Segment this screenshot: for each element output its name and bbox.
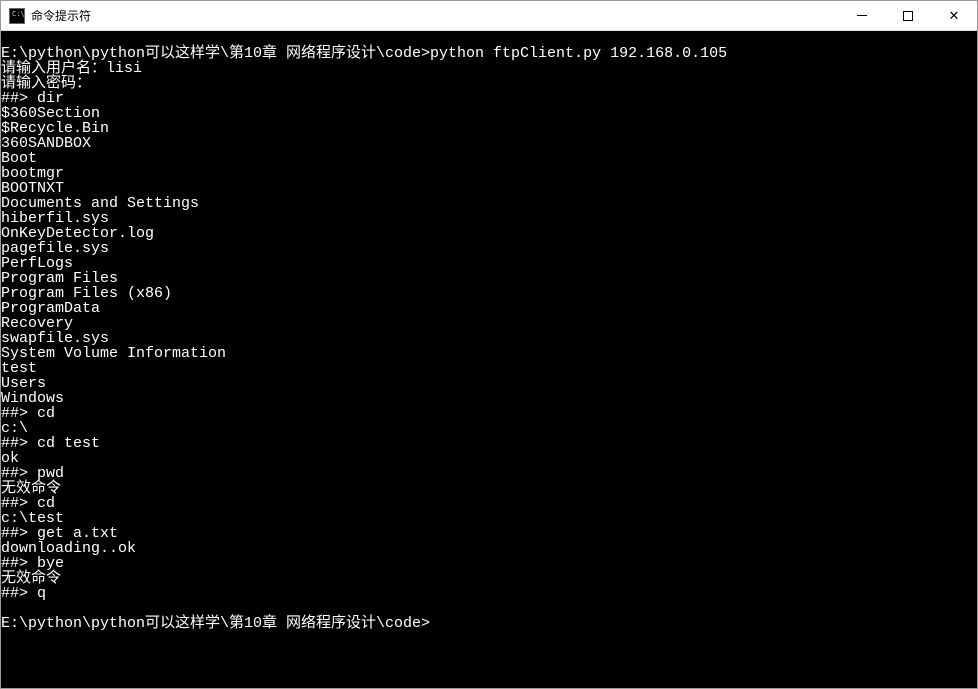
terminal-line: ##> cd bbox=[1, 406, 977, 421]
terminal-line: ##> cd test bbox=[1, 436, 977, 451]
terminal-line: 无效命令 bbox=[1, 481, 977, 496]
terminal-line: ProgramData bbox=[1, 301, 977, 316]
minimize-icon bbox=[857, 15, 867, 16]
cmd-icon: C:\ bbox=[9, 8, 25, 24]
terminal-line: downloading..ok bbox=[1, 541, 977, 556]
terminal-line: 无效命令 bbox=[1, 571, 977, 586]
terminal-line: E:\python\python可以这样学\第10章 网络程序设计\code> bbox=[1, 616, 977, 631]
terminal-line: c:\test bbox=[1, 511, 977, 526]
terminal-line: Users bbox=[1, 376, 977, 391]
terminal-line bbox=[1, 31, 977, 46]
terminal-line: Program Files bbox=[1, 271, 977, 286]
terminal-line: $360Section bbox=[1, 106, 977, 121]
terminal-line: Windows bbox=[1, 391, 977, 406]
terminal-line bbox=[1, 601, 977, 616]
terminal-line: BOOTNXT bbox=[1, 181, 977, 196]
terminal-line: ##> pwd bbox=[1, 466, 977, 481]
maximize-button[interactable] bbox=[885, 1, 931, 30]
terminal-line: ##> cd bbox=[1, 496, 977, 511]
maximize-icon bbox=[903, 11, 913, 21]
window-frame: C:\ 命令提示符 ✕ E:\python\python可以这样学\第10章 网… bbox=[0, 0, 978, 689]
terminal-line: ##> dir bbox=[1, 91, 977, 106]
terminal-line: 请输入密码： bbox=[1, 76, 977, 91]
terminal-line: ##> get a.txt bbox=[1, 526, 977, 541]
close-button[interactable]: ✕ bbox=[931, 1, 977, 30]
terminal-line: Documents and Settings bbox=[1, 196, 977, 211]
terminal-line: 请输入用户名：lisi bbox=[1, 61, 977, 76]
terminal-line: ok bbox=[1, 451, 977, 466]
titlebar[interactable]: C:\ 命令提示符 ✕ bbox=[1, 1, 977, 31]
terminal-line: test bbox=[1, 361, 977, 376]
terminal-output[interactable]: E:\python\python可以这样学\第10章 网络程序设计\code> p… bbox=[1, 31, 977, 688]
terminal-line: Boot bbox=[1, 151, 977, 166]
terminal-line: hiberfil.sys bbox=[1, 211, 977, 226]
close-icon: ✕ bbox=[949, 8, 960, 24]
terminal-line: swapfile.sys bbox=[1, 331, 977, 346]
terminal-line: System Volume Information bbox=[1, 346, 977, 361]
terminal-line: $Recycle.Bin bbox=[1, 121, 977, 136]
terminal-line: 360SANDBOX bbox=[1, 136, 977, 151]
terminal-line: c:\ bbox=[1, 421, 977, 436]
window-controls: ✕ bbox=[839, 1, 977, 30]
terminal-line: ##> bye bbox=[1, 556, 977, 571]
window-title: 命令提示符 bbox=[31, 7, 839, 24]
terminal-line: pagefile.sys bbox=[1, 241, 977, 256]
terminal-line: E:\python\python可以这样学\第10章 网络程序设计\code>p… bbox=[1, 46, 977, 61]
minimize-button[interactable] bbox=[839, 1, 885, 30]
terminal-line: PerfLogs bbox=[1, 256, 977, 271]
terminal-line: Recovery bbox=[1, 316, 977, 331]
terminal-line: ##> q bbox=[1, 586, 977, 601]
terminal-line: bootmgr bbox=[1, 166, 977, 181]
terminal-line: Program Files (x86) bbox=[1, 286, 977, 301]
terminal-line: OnKeyDetector.log bbox=[1, 226, 977, 241]
